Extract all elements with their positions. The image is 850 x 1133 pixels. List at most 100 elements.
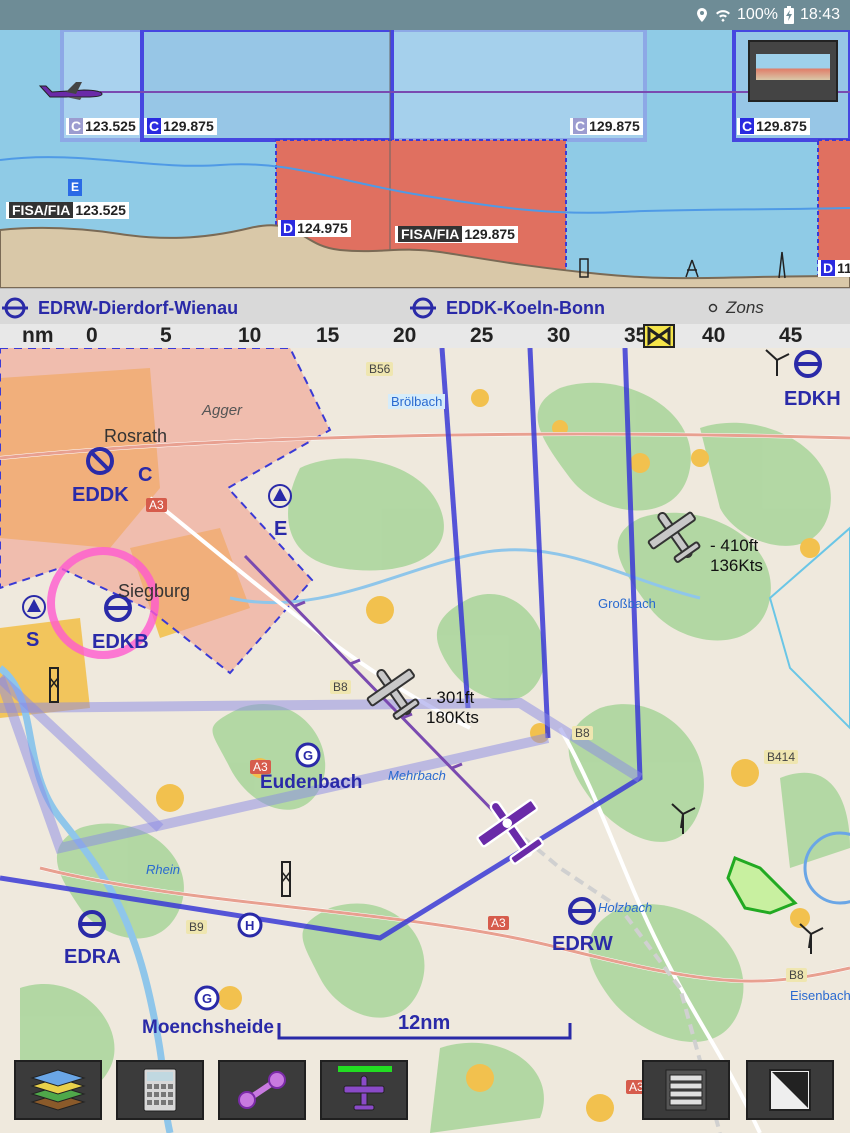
status-bar: 100% 18:43 — [0, 0, 850, 30]
river-label: Großbach — [598, 596, 656, 611]
own-aircraft-profile-icon — [38, 82, 103, 100]
aircraft-button[interactable] — [320, 1060, 408, 1120]
frequency-label: C 123.525 — [66, 118, 139, 135]
airport-icon — [568, 897, 596, 925]
reporting-point-icon — [22, 595, 46, 619]
own-aircraft-icon[interactable] — [474, 792, 550, 868]
airspace-class-c-label: C — [138, 464, 153, 486]
ruler-tick: 5 — [160, 324, 172, 347]
obstacle-icon — [281, 861, 291, 897]
glider-field-icon: G — [194, 985, 220, 1011]
map-scale-label: 12nm — [398, 1012, 451, 1034]
fis-frequency-label: FISA/FIA 123.525 — [6, 202, 129, 219]
airport-label-eddk[interactable]: EDDK — [72, 484, 129, 507]
frequency-label: D 11 — [818, 260, 850, 277]
ruler-unit: nm — [22, 324, 54, 347]
airport-label-edkb[interactable]: EDKB — [92, 631, 149, 654]
ruler-tick: 45 — [779, 324, 803, 347]
profile-graphic — [0, 30, 850, 288]
menu-button[interactable] — [642, 1060, 730, 1120]
status-indicators: 100% 18:43 — [695, 6, 840, 24]
river-label: Brölbach — [388, 394, 446, 409]
route-button[interactable] — [218, 1060, 306, 1120]
place-label-eudenbach: Eudenbach — [260, 772, 363, 793]
airport-label-edkh[interactable]: EDKH — [784, 388, 841, 411]
wifi-icon — [716, 10, 731, 22]
aircraft-active-indicator — [338, 1066, 392, 1072]
airspace-class-e-label: E — [274, 518, 288, 540]
route-waypoint-extra[interactable]: Zons — [708, 298, 764, 318]
ruler-tick: 20 — [393, 324, 417, 347]
airport-icon — [794, 350, 822, 378]
heliport-icon: H — [237, 912, 263, 938]
layers-icon — [30, 1069, 86, 1111]
ruler-tick: 40 — [702, 324, 726, 347]
reporting-point-icon — [268, 484, 292, 508]
road-shield: B8 — [572, 726, 593, 740]
ruler-position-marker[interactable] — [643, 324, 675, 348]
svg-text:H: H — [245, 918, 254, 933]
distance-ruler[interactable]: nm 0 5 10 15 20 25 30 35 40 45 — [0, 324, 850, 349]
wind-turbine-icon — [671, 803, 696, 834]
road-shield: B8 — [786, 968, 807, 982]
airspace-class-s-label: S — [26, 629, 40, 651]
traffic-info-2: - 410ft 136Kts — [710, 536, 763, 575]
clock: 18:43 — [799, 6, 840, 23]
river-label: Mehrbach — [388, 768, 446, 783]
moving-map[interactable]: G G H EDDK EDKB EDRA EDRW EDKH C E S Ros… — [0, 348, 850, 1133]
profile-expand-button[interactable] — [748, 40, 838, 102]
ruler-tick: 25 — [470, 324, 494, 347]
fis-frequency-label: FISA/FIA 129.875 — [395, 226, 518, 243]
route-destination[interactable]: EDDK-Koeln-Bonn — [410, 297, 605, 319]
traffic-aircraft-icon[interactable] — [362, 660, 426, 724]
airport-label-edra[interactable]: EDRA — [64, 946, 121, 969]
frequency-label: C 129.875 — [737, 118, 810, 135]
calculator-button[interactable] — [116, 1060, 204, 1120]
list-menu-icon — [665, 1069, 707, 1111]
river-label: Holzbach — [598, 900, 653, 915]
vertical-profile-panel[interactable]: C 123.525 C 129.875 C 129.875 C 129.875 E FI… — [0, 30, 850, 288]
river-label: Eisenbach — [790, 988, 850, 1003]
road-shield-motorway: A3 — [146, 498, 167, 512]
aircraft-icon — [343, 1075, 385, 1111]
wind-turbine-icon — [765, 349, 790, 376]
traffic-aircraft-icon[interactable] — [643, 503, 707, 567]
road-shield: B8 — [330, 680, 351, 694]
place-label-moenchsheide: Moenchsheide — [142, 1017, 274, 1038]
airport-icon — [410, 297, 436, 319]
svg-text:G: G — [202, 991, 212, 1006]
fullscreen-toggle-button[interactable] — [746, 1060, 834, 1120]
svg-text:G: G — [303, 748, 313, 763]
road-shield: B414 — [764, 750, 799, 764]
road-shield-motorway: A3 — [488, 916, 509, 930]
battery-percent: 100% — [737, 6, 778, 23]
road-shield: B9 — [186, 920, 207, 934]
airport-icon — [78, 910, 106, 938]
route-waypoints-icon — [238, 1071, 286, 1109]
waypoint-icon — [708, 303, 718, 313]
calculator-icon — [143, 1068, 177, 1112]
airspace-class-e-label: E — [68, 179, 83, 196]
route-departure[interactable]: EDRW-Dierdorf-Wienau — [2, 297, 238, 319]
ruler-tick: 15 — [316, 324, 340, 347]
airport-icon — [2, 297, 28, 319]
location-icon — [697, 8, 708, 22]
airport-label-edrw[interactable]: EDRW — [552, 933, 613, 956]
frequency-label: C 129.875 — [570, 118, 643, 135]
traffic-info-1: - 301ft 180Kts — [426, 688, 479, 727]
airport-icon — [86, 447, 114, 475]
river-label: Agger — [202, 402, 243, 419]
layers-button[interactable] — [14, 1060, 102, 1120]
route-bar[interactable]: EDRW-Dierdorf-Wienau EDDK-Koeln-Bonn Zon… — [0, 288, 850, 325]
ruler-tick: 10 — [238, 324, 262, 347]
obstacle-icon — [49, 667, 59, 703]
road-shield-motorway: A3 — [250, 760, 271, 774]
glider-field-icon: G — [295, 742, 321, 768]
wind-turbine-icon — [799, 923, 824, 954]
place-label: Rosrath — [104, 426, 168, 446]
ruler-tick: 30 — [547, 324, 571, 347]
river-label: Rhein — [146, 862, 180, 877]
frequency-label: D 124.975 — [278, 220, 351, 237]
battery-charging-icon — [783, 6, 794, 24]
split-view-icon — [769, 1069, 811, 1111]
